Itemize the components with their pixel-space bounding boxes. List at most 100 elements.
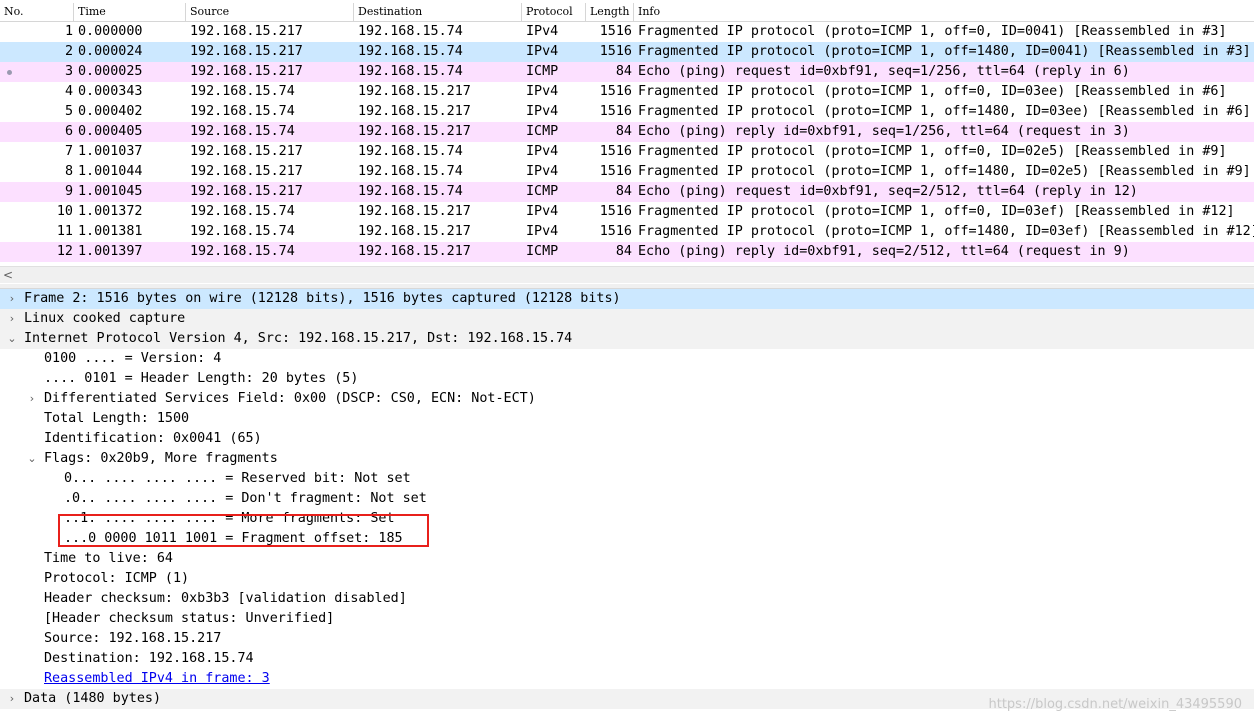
tree-item-frame[interactable]: › Frame 2: 1516 bytes on wire (12128 bit… (0, 289, 1254, 309)
cell-info: Fragmented IP protocol (proto=ICMP 1, of… (638, 104, 1251, 119)
cell-protocol: ICMP (526, 244, 559, 259)
column-header-protocol[interactable]: Protocol (522, 3, 586, 21)
cell-info: Echo (ping) request id=0xbf91, seq=1/256… (638, 64, 1130, 79)
packet-row[interactable]: 1 0.000000 192.168.15.217 192.168.15.74 IPv4… (0, 22, 1254, 42)
tree-item-destination[interactable]: Destination: 192.168.15.74 (0, 649, 1254, 669)
cell-no: 6 (64, 124, 73, 139)
packet-row[interactable]: 10 1.001372 192.168.15.74 192.168.15.217 IPv… (0, 202, 1254, 222)
tree-item-linux-cooked[interactable]: › Linux cooked capture (0, 309, 1254, 329)
tree-item-version[interactable]: 0100 .... = Version: 4 (0, 349, 1254, 369)
packet-list[interactable]: No. Time Source Destination Protocol Len… (0, 0, 1254, 284)
packet-row[interactable]: 6 0.000405 192.168.15.74 192.168.15.217 ICMP… (0, 122, 1254, 142)
packet-row[interactable]: 12 1.001397 192.168.15.74 192.168.15.217 ICM… (0, 242, 1254, 262)
cell-time: 0.000024 (78, 44, 143, 59)
packet-row[interactable]: 8 1.001044 192.168.15.217 192.168.15.74 IPv4… (0, 162, 1254, 182)
packet-row[interactable]: 5 0.000402 192.168.15.74 192.168.15.217 IPv4… (0, 102, 1254, 122)
packet-row[interactable]: 9 1.001045 192.168.15.217 192.168.15.74 ICMP… (0, 182, 1254, 202)
column-header-source[interactable]: Source (186, 3, 354, 21)
column-header-time[interactable]: Time (74, 3, 186, 21)
tree-item-label: Linux cooked capture (24, 311, 186, 326)
cell-source: 192.168.15.217 (190, 44, 303, 59)
tree-item-label: .... 0101 = Header Length: 20 bytes (5) (44, 371, 359, 386)
cell-no: 2 (64, 44, 73, 59)
tree-item-dsf[interactable]: › Differentiated Services Field: 0x00 (D… (0, 389, 1254, 409)
packet-row[interactable]: 4 0.000343 192.168.15.74 192.168.15.217 IPv4… (0, 82, 1254, 102)
tree-item-protocol[interactable]: Protocol: ICMP (1) (0, 569, 1254, 589)
tree-item-label: Time to live: 64 (44, 551, 173, 566)
cell-source: 192.168.15.74 (190, 124, 295, 139)
column-header-no[interactable]: No. (0, 3, 74, 21)
cell-destination: 192.168.15.74 (358, 164, 463, 179)
tree-item-checksum-status[interactable]: [Header checksum status: Unverified] (0, 609, 1254, 629)
tree-item-reassembled[interactable]: Reassembled IPv4 in frame: 3 (0, 669, 1254, 689)
cell-no: 12 (56, 244, 73, 259)
tree-item-ipv4[interactable]: ⌄ Internet Protocol Version 4, Src: 192.… (0, 329, 1254, 349)
tree-item-checksum[interactable]: Header checksum: 0xb3b3 [validation disa… (0, 589, 1254, 609)
tree-item-label: Total Length: 1500 (44, 411, 190, 426)
cell-info: Fragmented IP protocol (proto=ICMP 1, of… (638, 144, 1227, 159)
cell-no: 1 (64, 24, 73, 39)
cell-protocol: IPv4 (526, 204, 559, 219)
tree-item-dont-fragment[interactable]: .0.. .... .... .... = Don't fragment: No… (0, 489, 1254, 509)
chevron-right-icon[interactable]: › (6, 689, 18, 709)
cell-source: 192.168.15.74 (190, 244, 295, 259)
tree-item-header-length[interactable]: .... 0101 = Header Length: 20 bytes (5) (0, 369, 1254, 389)
cell-length: 1516 (599, 164, 632, 179)
column-header-length[interactable]: Length (586, 3, 634, 21)
tree-item-total-length[interactable]: Total Length: 1500 (0, 409, 1254, 429)
cell-protocol: IPv4 (526, 164, 559, 179)
tree-item-flags[interactable]: ⌄ Flags: 0x20b9, More fragments (0, 449, 1254, 469)
cell-source: 192.168.15.217 (190, 64, 303, 79)
cell-time: 1.001037 (78, 144, 143, 159)
cell-source: 192.168.15.74 (190, 104, 295, 119)
packet-row[interactable]: 7 1.001037 192.168.15.217 192.168.15.74 IPv4… (0, 142, 1254, 162)
cell-info: Echo (ping) reply id=0xbf91, seq=2/512, … (638, 244, 1130, 259)
packet-row[interactable]: 11 1.001381 192.168.15.74 192.168.15.217 IPv… (0, 222, 1254, 242)
tree-item-ttl[interactable]: Time to live: 64 (0, 549, 1254, 569)
tree-item-source[interactable]: Source: 192.168.15.217 (0, 629, 1254, 649)
cell-length: 1516 (599, 144, 632, 159)
cell-info: Echo (ping) reply id=0xbf91, seq=1/256, … (638, 124, 1130, 139)
tree-item-label: Differentiated Services Field: 0x00 (DSC… (44, 391, 536, 406)
cell-destination: 192.168.15.217 (358, 84, 471, 99)
cell-time: 0.000402 (78, 104, 143, 119)
cell-time: 0.000025 (78, 64, 143, 79)
cell-source: 192.168.15.74 (190, 84, 295, 99)
cell-no: 3 (64, 64, 73, 79)
tree-item-label: Header checksum: 0xb3b3 [validation disa… (44, 591, 407, 606)
cell-length: 84 (615, 184, 632, 199)
tree-item-label: 0... .... .... .... = Reserved bit: Not … (64, 471, 411, 486)
tree-item-reserved-bit[interactable]: 0... .... .... .... = Reserved bit: Not … (0, 469, 1254, 489)
highlight-annotation (58, 514, 429, 547)
cell-info: Fragmented IP protocol (proto=ICMP 1, of… (638, 204, 1235, 219)
cell-no: 5 (64, 104, 73, 119)
cell-source: 192.168.15.74 (190, 204, 295, 219)
column-header-destination[interactable]: Destination (354, 3, 522, 21)
packet-row[interactable]: 2 0.000024 192.168.15.217 192.168.15.74 IPv4… (0, 42, 1254, 62)
cell-length: 1516 (599, 224, 632, 239)
chevron-down-icon[interactable]: ⌄ (6, 329, 18, 349)
cell-no: 4 (64, 84, 73, 99)
tree-item-identification[interactable]: Identification: 0x0041 (65) (0, 429, 1254, 449)
reassembled-frame-link[interactable]: Reassembled IPv4 in frame: 3 (44, 669, 270, 689)
horizontal-scrollbar[interactable]: < (0, 266, 1254, 283)
cell-destination: 192.168.15.74 (358, 64, 463, 79)
cell-protocol: IPv4 (526, 84, 559, 99)
cell-length: 1516 (599, 104, 632, 119)
cell-protocol: IPv4 (526, 24, 559, 39)
cell-time: 1.001372 (78, 204, 143, 219)
packet-row[interactable]: 3 0.000025 192.168.15.217 192.168.15.74 ICMP… (0, 62, 1254, 82)
chevron-right-icon[interactable]: › (26, 389, 38, 409)
chevron-left-icon[interactable]: < (3, 267, 13, 283)
cell-destination: 192.168.15.217 (358, 204, 471, 219)
chevron-right-icon[interactable]: › (6, 309, 18, 329)
tree-item-label: Data (1480 bytes) (24, 691, 162, 706)
watermark: https://blog.csdn.net/weixin_43495590 (988, 697, 1242, 712)
cell-destination: 192.168.15.217 (358, 224, 471, 239)
cell-time: 0.000405 (78, 124, 143, 139)
chevron-down-icon[interactable]: ⌄ (26, 449, 38, 469)
chevron-right-icon[interactable]: › (6, 289, 18, 309)
tree-item-label: Destination: 192.168.15.74 (44, 651, 254, 666)
packet-list-header: No. Time Source Destination Protocol Len… (0, 3, 1254, 22)
column-header-info[interactable]: Info (634, 3, 1254, 21)
